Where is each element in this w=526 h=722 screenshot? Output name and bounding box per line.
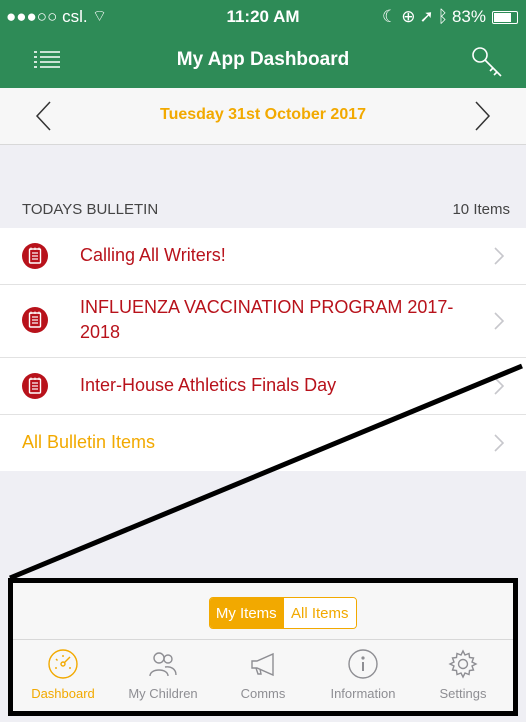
battery-percent: 83% — [451, 7, 486, 26]
bottom-panel: My Items All Items Dashboard My Children… — [8, 578, 518, 716]
list-item[interactable]: Inter-House Athletics Finals Day — [0, 358, 526, 415]
all-bulletin-items-label: All Bulletin Items — [22, 432, 156, 452]
list-item[interactable]: Calling All Writers! — [0, 228, 526, 285]
bulletin-item-label: Inter-House Athletics Finals Day — [80, 375, 337, 395]
lock-rotation-icon: ⊕ — [401, 7, 416, 26]
status-right: ☾ ⊕ ➚ ᛒ 83% — [382, 7, 518, 27]
tab-comms[interactable]: Comms — [213, 640, 313, 712]
bluetooth-icon: ᛒ — [437, 7, 448, 26]
notepad-icon — [22, 373, 48, 399]
notepad-icon — [22, 307, 48, 333]
notepad-icon — [22, 243, 48, 269]
tab-dashboard[interactable]: Dashboard — [13, 640, 113, 712]
tab-label: Comms — [240, 686, 286, 701]
login-key-button[interactable] — [470, 45, 504, 79]
battery-fill — [494, 12, 511, 22]
my-items-segment[interactable]: My Items — [210, 598, 283, 628]
dashboard-gauge-icon — [48, 649, 78, 679]
bulletin-item-label: Calling All Writers! — [80, 245, 226, 265]
next-day-button[interactable] — [472, 100, 492, 132]
info-icon — [348, 649, 378, 679]
tab-information[interactable]: Information — [313, 640, 413, 712]
chevron-right-icon — [494, 377, 504, 395]
chevron-right-icon — [494, 434, 504, 452]
all-bulletin-items-link[interactable]: All Bulletin Items — [0, 415, 526, 471]
moon-icon: ☾ — [382, 7, 398, 26]
bulletin-title: TODAYS BULLETIN — [22, 201, 159, 218]
page-title: My App Dashboard — [176, 49, 350, 70]
gear-icon — [448, 649, 478, 679]
key-icon — [472, 47, 502, 77]
chevron-right-icon — [494, 247, 504, 265]
status-bar: ●●●○○ csl. ⌔ 11:20 AM ☾ ⊕ ➚ ᛒ 83% — [0, 0, 526, 34]
people-icon — [149, 652, 177, 677]
tab-my-children[interactable]: My Children — [113, 640, 213, 712]
location-icon: ➚ — [419, 7, 434, 26]
current-date: Tuesday 31st October 2017 — [159, 106, 367, 123]
tab-label: My Children — [128, 686, 198, 701]
chevron-right-icon — [475, 101, 491, 131]
nav-bar: My App Dashboard — [0, 34, 526, 88]
bulletin-item-label: INFLUENZA VACCINATION PROGRAM 2017-2018 — [80, 297, 454, 342]
tab-settings[interactable]: Settings — [413, 640, 513, 712]
tab-label: Settings — [439, 686, 487, 701]
date-navigator: Tuesday 31st October 2017 — [0, 88, 526, 145]
list-item[interactable]: INFLUENZA VACCINATION PROGRAM 2017-2018 — [0, 285, 526, 358]
tab-label: Dashboard — [31, 686, 95, 701]
bulletin-header: TODAYS BULLETIN 10 Items — [0, 196, 526, 226]
battery-icon — [492, 10, 518, 24]
bulletin-list: Calling All Writers! INFLUENZA VACCINATI… — [0, 228, 526, 471]
tab-bar: Dashboard My Children Comms Information … — [13, 639, 513, 712]
bulletin-count: 10 Items — [452, 201, 510, 218]
items-filter-segmented-control: My Items All Items — [209, 597, 357, 629]
all-items-segment[interactable]: All Items — [282, 598, 356, 628]
tab-label: Information — [330, 686, 396, 701]
chevron-right-icon — [494, 312, 504, 330]
megaphone-icon — [251, 652, 274, 677]
